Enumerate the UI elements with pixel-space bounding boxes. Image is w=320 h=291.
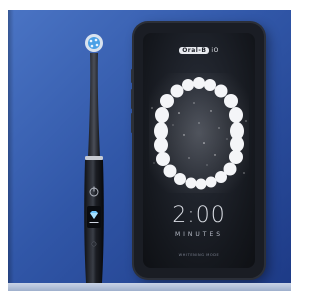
timer-unit-label: MINUTES	[174, 231, 224, 238]
brushing-timer: 2:00	[172, 203, 226, 228]
teeth-illustration	[149, 73, 249, 193]
brush-head	[85, 34, 103, 52]
app-brand: Oral-B iO	[143, 47, 255, 54]
phone-side-button	[131, 89, 134, 109]
smartphone: Oral-B iO 2:00 MINUTES WHITENING MODE	[131, 23, 264, 278]
brush-neck	[88, 53, 100, 158]
brand-suffix: iO	[211, 47, 219, 54]
frame-shadow	[8, 10, 14, 291]
display-text-line	[89, 222, 99, 223]
brand-logo: Oral-B	[179, 47, 210, 54]
phone-side-button	[131, 113, 134, 133]
bottom-edge	[8, 283, 291, 291]
brushing-mode-label: WHITENING MODE	[178, 253, 220, 257]
brush-collar	[85, 156, 103, 160]
mode-button	[91, 241, 97, 247]
toothbrush	[84, 34, 104, 283]
phone-screen: Oral-B iO 2:00 MINUTES WHITENING MODE	[143, 33, 255, 268]
phone-side-button	[131, 69, 134, 83]
product-image: Oral-B iO 2:00 MINUTES WHITENING MODE	[8, 10, 291, 291]
